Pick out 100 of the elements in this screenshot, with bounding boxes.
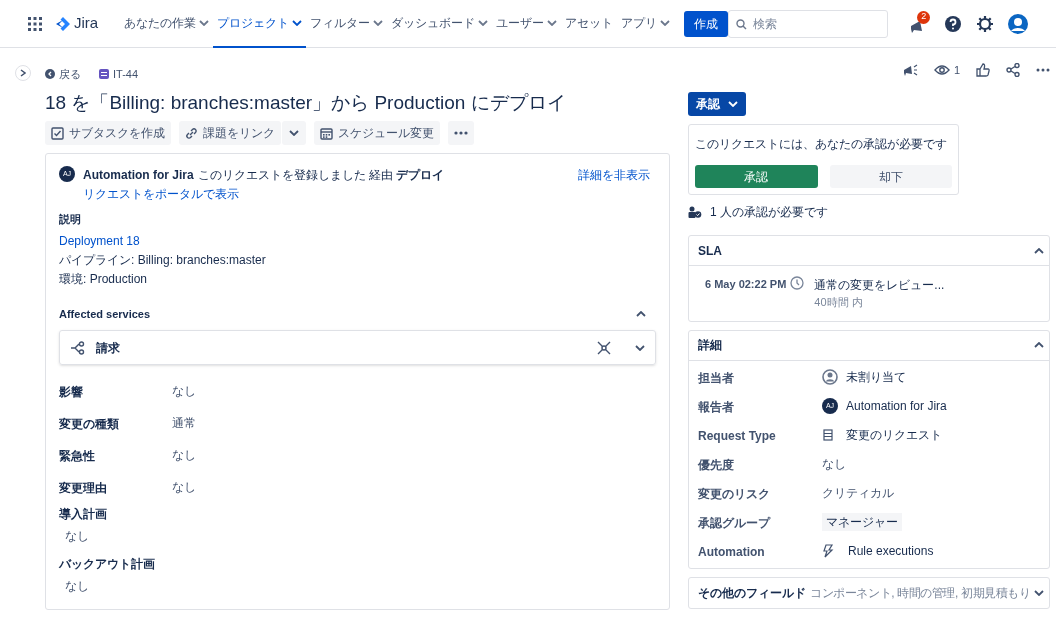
eye-icon bbox=[933, 64, 950, 77]
more-button[interactable] bbox=[1036, 68, 1050, 73]
field-label: バックアウト計画 bbox=[59, 556, 155, 573]
description-text: 環境: Production bbox=[59, 270, 148, 288]
field-value: 通常 bbox=[172, 415, 196, 432]
field-value: Automation for Jira bbox=[846, 398, 947, 415]
field-label: 変更理由 bbox=[59, 481, 107, 495]
sla-remaining: 40時間 内 bbox=[814, 295, 863, 310]
field-label: Request Type bbox=[698, 429, 776, 443]
hide-details-link[interactable]: 詳細を非表示 bbox=[578, 166, 650, 184]
nav-menu-item[interactable]: アプリ bbox=[617, 0, 675, 48]
nav-menu-item[interactable]: ダッシュボード bbox=[387, 0, 493, 48]
nav-menu-item[interactable]: フィルター bbox=[306, 0, 388, 48]
search-field[interactable]: 検索 bbox=[728, 9, 889, 38]
back-link[interactable]: 戻る bbox=[45, 65, 81, 83]
field-value: クリティカル bbox=[822, 485, 894, 502]
chevron-up-icon bbox=[1034, 247, 1044, 254]
approval-message: このリクエストには、あなたの承認が必要です bbox=[695, 136, 947, 153]
link-icon bbox=[185, 126, 198, 140]
chevron-down-icon bbox=[635, 344, 645, 351]
chevron-down-icon bbox=[547, 19, 558, 26]
nav-menu-item[interactable]: アセット bbox=[561, 0, 618, 48]
issue-type-icon bbox=[99, 69, 109, 79]
nav-menu-item[interactable]: ユーザー bbox=[492, 0, 562, 48]
product-logo[interactable]: Jira bbox=[56, 12, 99, 35]
clock-icon bbox=[790, 276, 805, 290]
feedback-button[interactable] bbox=[902, 63, 918, 77]
approve-button[interactable]: 承認 bbox=[695, 165, 818, 188]
create-button[interactable]: 作成 bbox=[684, 10, 729, 37]
graph-icon bbox=[597, 340, 611, 355]
expand-sidebar-button[interactable] bbox=[15, 65, 31, 81]
field-value: なし bbox=[65, 528, 89, 545]
nav-menu-item[interactable]: あなたの作業 bbox=[120, 0, 214, 48]
chevron-down-icon bbox=[1034, 589, 1044, 596]
field-label: 説明 bbox=[59, 212, 81, 227]
chevron-down-icon bbox=[373, 19, 384, 26]
field-label: 変更のリスク bbox=[698, 487, 770, 501]
user-placeholder-icon bbox=[822, 369, 838, 385]
chevron-down-icon bbox=[199, 19, 210, 26]
field-value: なし bbox=[172, 447, 196, 464]
nav-menu-item[interactable]: プロジェクト bbox=[213, 0, 307, 48]
collapse-button[interactable] bbox=[1034, 342, 1044, 348]
action-button[interactable]: サブタスクを作成 bbox=[45, 121, 171, 145]
chevron-down-icon bbox=[728, 101, 738, 107]
field-label: 報告者 bbox=[698, 400, 734, 414]
service-name: 請求 bbox=[96, 339, 120, 357]
lightning-icon bbox=[822, 544, 834, 558]
search-icon bbox=[736, 18, 748, 30]
field-label: 変更の種類 bbox=[59, 417, 119, 431]
decline-button[interactable]: 却下 bbox=[829, 165, 952, 188]
field-label: 優先度 bbox=[698, 458, 734, 472]
field-label: Automation bbox=[698, 545, 765, 559]
author-link[interactable]: Automation for Jira bbox=[83, 166, 194, 184]
field-label: 影響 bbox=[59, 385, 83, 399]
share-icon bbox=[1006, 63, 1020, 78]
service-icon bbox=[70, 340, 86, 355]
chevron-up-icon bbox=[1034, 342, 1044, 348]
chevron-down-icon bbox=[660, 19, 671, 26]
share-button[interactable] bbox=[1006, 63, 1020, 78]
field-label: 担当者 bbox=[698, 371, 734, 385]
portal-link[interactable]: リクエストをポータルで表示 bbox=[83, 185, 239, 203]
collapse-button[interactable] bbox=[1034, 247, 1044, 254]
activity-message: このリクエストを登録しました 経由 デプロイ bbox=[197, 167, 445, 184]
field-value: なし bbox=[65, 578, 89, 595]
settings-icon bbox=[976, 14, 994, 33]
more-icon bbox=[1036, 68, 1050, 73]
field-label: 承認グループ bbox=[698, 516, 770, 530]
chevron-down-icon bbox=[478, 19, 489, 26]
issue-key-link[interactable]: IT-44 bbox=[99, 65, 139, 83]
collapse-button[interactable] bbox=[1034, 589, 1044, 596]
status-button[interactable]: 承認 bbox=[688, 92, 746, 116]
section-label: Affected services bbox=[59, 306, 151, 322]
notifications-button[interactable]: 2 bbox=[910, 13, 928, 34]
issue-title: 18 を「Billing: branches:master」から Production にデプロイ bbox=[45, 91, 567, 115]
help-icon bbox=[944, 14, 962, 33]
action-button[interactable]: 課題をリンク bbox=[179, 121, 281, 145]
back-arrow-icon bbox=[45, 69, 55, 79]
sla-goal: 通常の変更をレビュー... bbox=[814, 277, 945, 294]
expand-button[interactable] bbox=[635, 344, 645, 351]
jira-logo-icon bbox=[56, 16, 70, 31]
collapse-button[interactable] bbox=[636, 310, 646, 317]
field-value[interactable]: Rule executions bbox=[848, 542, 934, 560]
description-text: パイプライン: Billing: branches:master bbox=[59, 251, 266, 269]
panel-title: 詳細 bbox=[698, 337, 722, 354]
action-button[interactable]: スケジュール変更 bbox=[314, 121, 440, 145]
link-dropdown-button[interactable] bbox=[282, 121, 306, 145]
description-link[interactable]: Deployment 18 bbox=[59, 231, 140, 250]
group-tag: マネージャー bbox=[822, 513, 902, 531]
thumbs-up-icon bbox=[976, 63, 990, 78]
sla-time: 6 May 02:22 PM bbox=[705, 277, 787, 292]
chevron-down-icon bbox=[292, 19, 303, 26]
megaphone-icon bbox=[902, 63, 918, 77]
checkbox-icon bbox=[51, 126, 64, 140]
app-switcher-icon bbox=[28, 16, 42, 31]
field-label: 緊急性 bbox=[59, 449, 95, 463]
notification-count-badge: 2 bbox=[917, 10, 931, 24]
panel-title: SLA bbox=[698, 242, 722, 260]
like-button[interactable] bbox=[976, 63, 990, 78]
watch-button[interactable]: 1 bbox=[933, 62, 960, 79]
dependency-graph-button[interactable] bbox=[597, 340, 611, 355]
